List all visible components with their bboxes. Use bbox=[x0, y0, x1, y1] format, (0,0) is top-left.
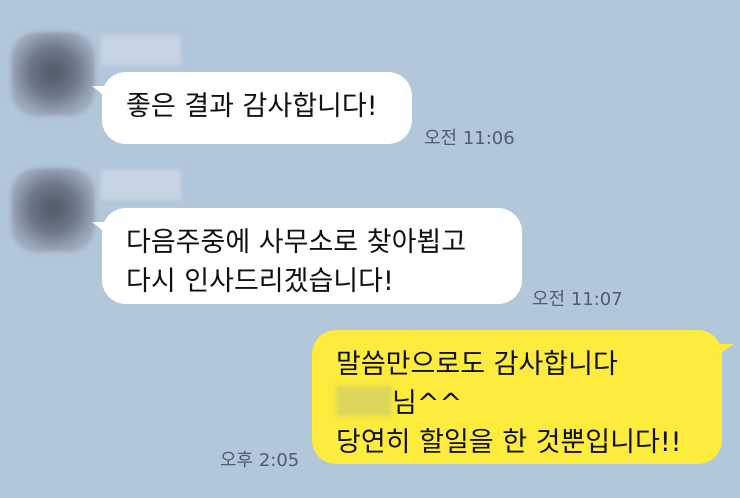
sender-name-blurred bbox=[101, 35, 181, 65]
outgoing-message-bubble[interactable]: 말씀만으로도 감사합니다 님^^ 당연히 할일을 한 것뿐입니다!! bbox=[312, 330, 734, 464]
message-timestamp: 오전 11:07 bbox=[532, 289, 623, 310]
incoming-message-bubble[interactable]: 좋은 결과 감사합니다! bbox=[92, 72, 412, 144]
sender-avatar-blurred[interactable] bbox=[11, 168, 95, 252]
message-text: 말씀만으로도 감사합니다 bbox=[336, 349, 618, 380]
sender-name-blurred bbox=[101, 170, 181, 200]
sender-avatar-blurred[interactable] bbox=[11, 32, 95, 116]
message-text-line: 님^^ bbox=[336, 384, 700, 423]
message-timestamp: 오후 2:05 bbox=[220, 450, 300, 471]
message-text: 당연히 할일을 한 것뿐입니다!! bbox=[336, 427, 682, 458]
message-text: 다음주중에 사무소로 찾아뵙고 bbox=[126, 227, 467, 258]
message-timestamp: 오전 11:06 bbox=[424, 128, 515, 149]
incoming-message-bubble[interactable]: 다음주중에 사무소로 찾아뵙고 다시 인사드리겠습니다! bbox=[92, 208, 522, 304]
message-text: 님^^ bbox=[392, 388, 463, 419]
message-text: 다시 인사드리겠습니다! bbox=[126, 266, 394, 297]
message-text: 좋은 결과 감사합니다! bbox=[126, 91, 378, 122]
redacted-name-blur bbox=[336, 386, 392, 416]
